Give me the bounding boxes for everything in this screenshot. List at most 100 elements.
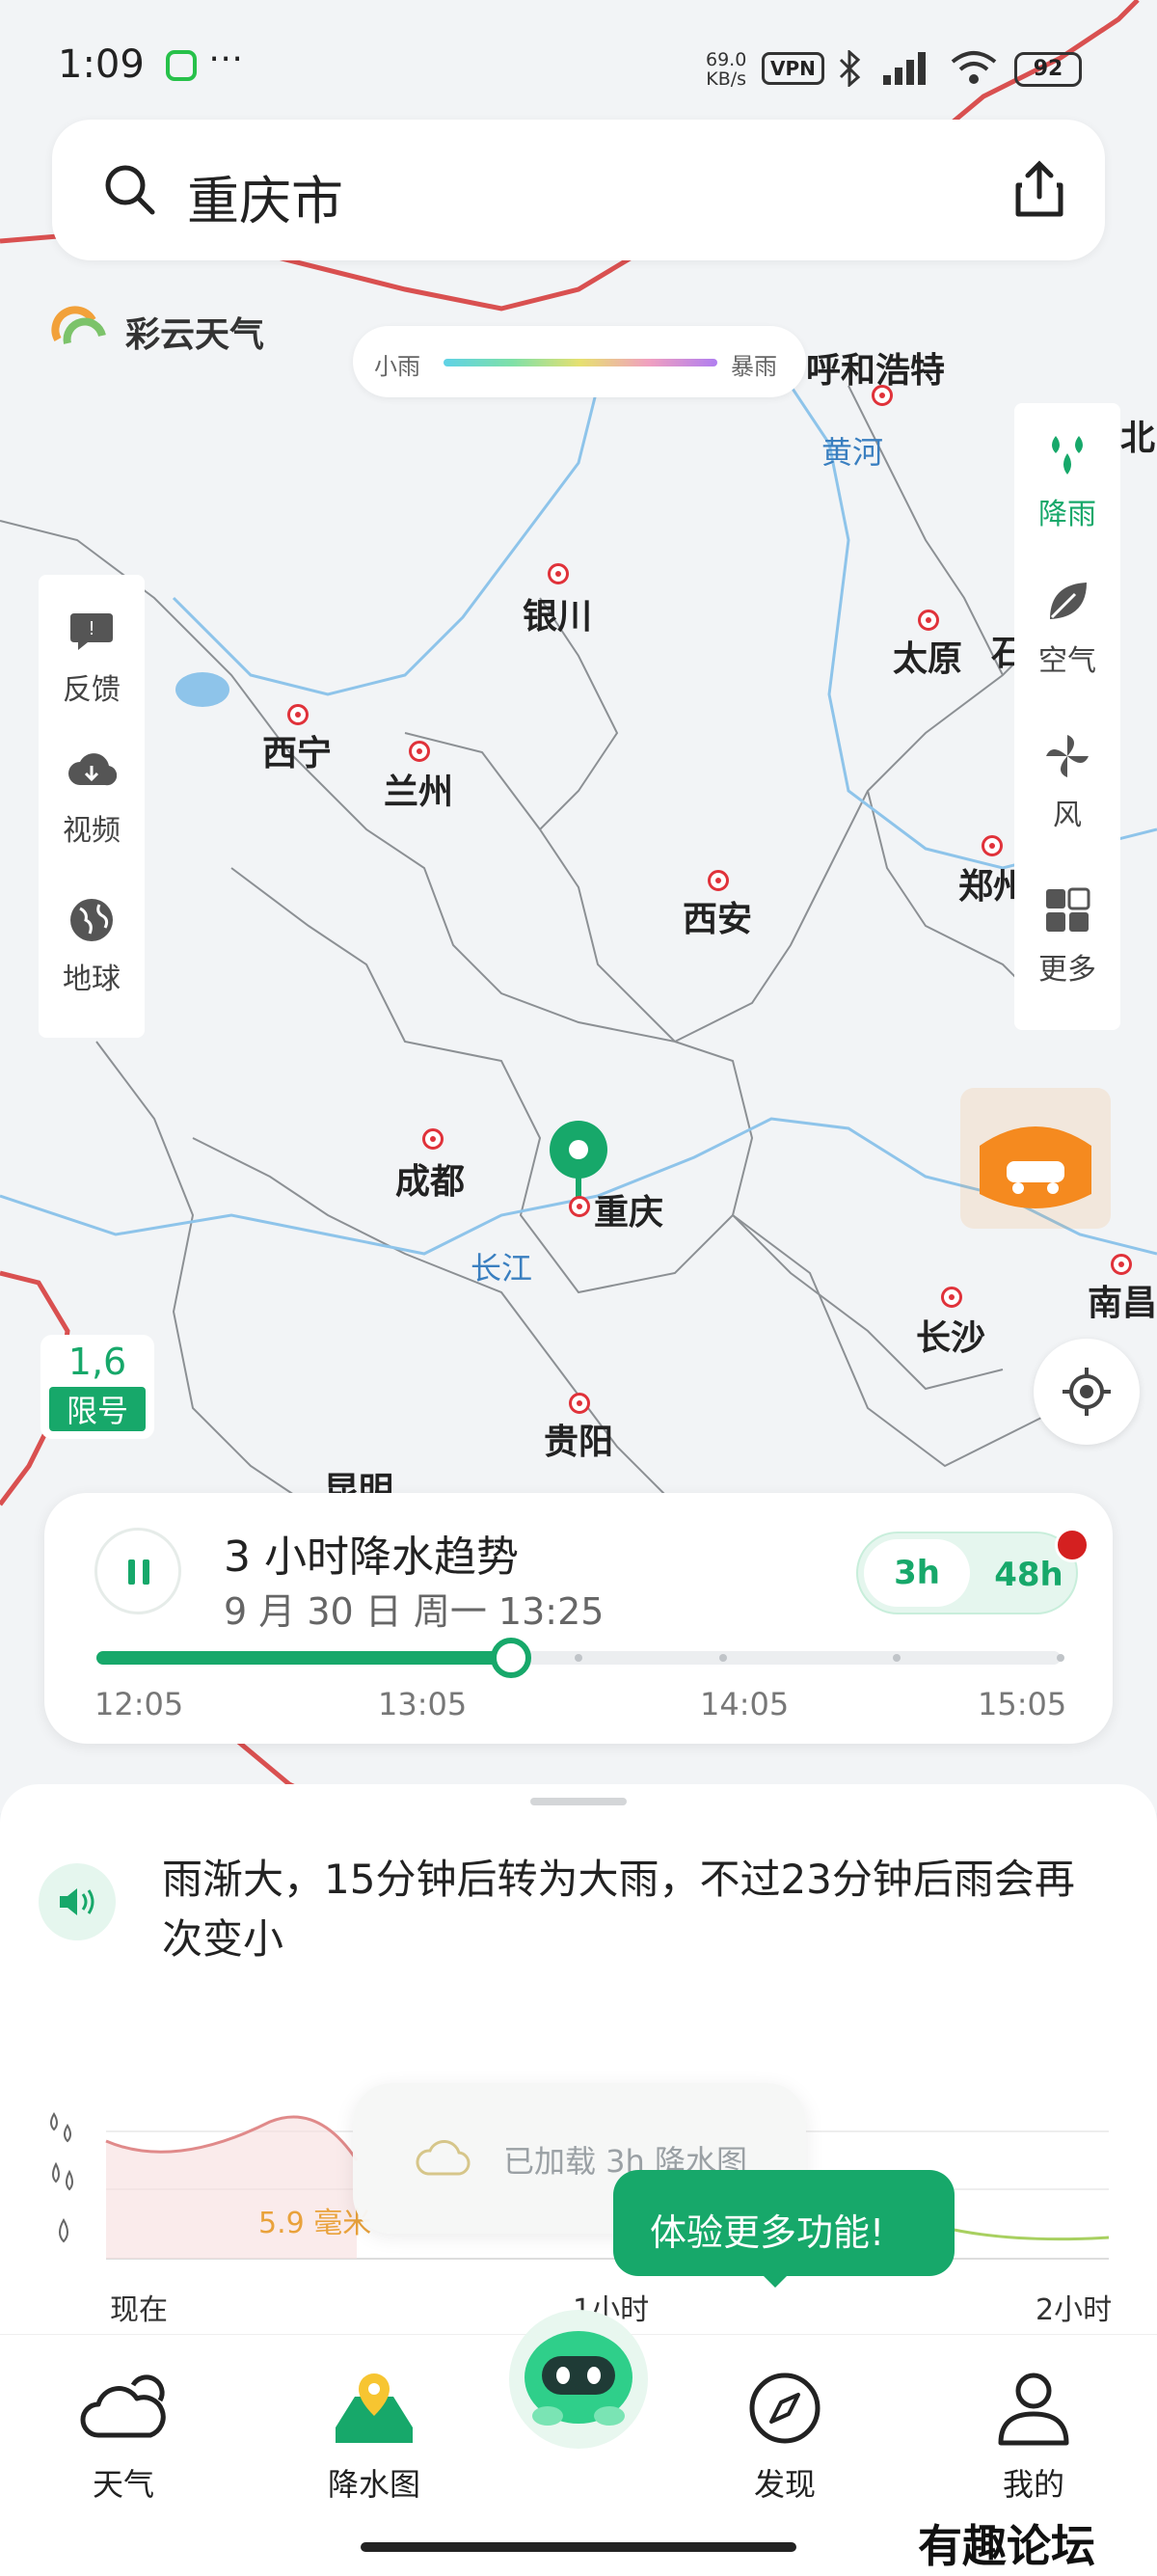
caiyun-logo-icon <box>51 306 106 344</box>
forecast-description: 雨渐大，15分钟后转为大雨，不过23分钟后雨会再次变小 <box>162 1856 1075 1963</box>
time-slider[interactable] <box>96 1638 1064 1678</box>
play-pause-button[interactable] <box>94 1528 181 1614</box>
tab-radar[interactable]: 降水图 <box>297 2370 451 2505</box>
cellular-signal-icon <box>883 52 926 85</box>
share-button[interactable] <box>1012 158 1066 220</box>
user-icon <box>998 2373 1069 2446</box>
city-dot <box>569 1393 590 1414</box>
river-huanghe: 黄河 <box>821 434 884 471</box>
city-yinchuan[interactable]: 银川 <box>523 588 592 638</box>
layer-rain-label: 降雨 <box>1038 498 1096 531</box>
globe-label: 地球 <box>63 963 121 996</box>
sheet-drag-handle[interactable] <box>530 1798 627 1805</box>
right-layer-panel: 降雨 空气 风 更多 <box>1014 403 1120 1030</box>
traffic-limit-badge[interactable]: 1,6 限号 <box>40 1335 154 1439</box>
layer-wind-button[interactable]: 风 <box>1014 731 1120 833</box>
precipitation-legend: 小雨 暴雨 <box>353 326 806 397</box>
wifi-icon <box>951 51 997 84</box>
search-icon <box>105 165 155 215</box>
time-label: 13:05 <box>378 1686 468 1722</box>
city-changsha[interactable]: 长沙 <box>916 1310 985 1360</box>
limit-label: 限号 <box>49 1387 146 1431</box>
x-label: 2小时 <box>1036 2293 1113 2327</box>
tab-weather[interactable]: 天气 <box>46 2370 201 2505</box>
city-chengdu[interactable]: 成都 <box>395 1153 465 1204</box>
feedback-icon: ! <box>70 613 113 650</box>
feedback-label: 反馈 <box>63 673 121 707</box>
watermark: 有趣论坛 <box>918 2520 1095 2572</box>
city-dot <box>569 1196 590 1217</box>
hint-text: 体验更多功能! <box>650 2211 885 2254</box>
layer-air-label: 空气 <box>1038 644 1096 678</box>
layer-air-button[interactable]: 空气 <box>1014 577 1120 679</box>
driving-weather-promo[interactable] <box>960 1088 1111 1229</box>
compass-icon <box>749 2373 821 2444</box>
network-speed: 69.0 KB/s <box>706 49 747 90</box>
speaker-icon <box>60 1888 94 1915</box>
layer-more-button[interactable]: 更多 <box>1014 885 1120 988</box>
precipitation-trend-card: 3 小时降水趋势 9 月 30 日 周一 13:25 3h 48h 12:05 … <box>44 1493 1113 1744</box>
intensity-icon <box>50 2112 73 2243</box>
city-dot <box>287 704 309 725</box>
trend-title: 3 小时降水趋势 <box>224 1532 519 1582</box>
range-toggle: 3h 48h <box>856 1528 1090 1614</box>
slider-handle[interactable] <box>491 1638 531 1678</box>
city-dot <box>1111 1254 1132 1275</box>
tab-discover[interactable]: 发现 <box>708 2370 862 2505</box>
search-bar[interactable]: 重庆市 <box>52 120 1105 260</box>
more-dots-icon: ⋯ <box>208 39 243 78</box>
city-dot <box>941 1287 962 1308</box>
tab-discover-label: 发现 <box>753 2466 816 2503</box>
city-nanchang[interactable]: 南昌 <box>1088 1275 1157 1325</box>
city-dot <box>422 1128 444 1150</box>
bluetooth-icon <box>839 50 861 87</box>
slider-progress <box>96 1651 511 1665</box>
slider-tick <box>575 1654 582 1662</box>
city-dot <box>708 870 729 891</box>
home-indicator[interactable] <box>361 2542 796 2552</box>
city-lanzhou[interactable]: 兰州 <box>384 764 453 814</box>
cloud-loading-icon <box>416 2140 471 2176</box>
city-dot <box>918 610 939 631</box>
feedback-button[interactable]: ! 反馈 <box>39 606 145 708</box>
forecast-sheet[interactable]: 雨渐大，15分钟后转为大雨，不过23分钟后雨会再次变小 5.9 毫米 现在 1小… <box>0 1784 1157 2363</box>
tab-weather-label: 天气 <box>92 2466 154 2503</box>
battery-indicator: 92 <box>1014 52 1082 87</box>
tab-radar-label: 降水图 <box>327 2466 420 2503</box>
layer-wind-label: 风 <box>1053 799 1082 832</box>
city-beijing[interactable]: 北 <box>1120 410 1155 460</box>
city-xian[interactable]: 西安 <box>683 891 752 941</box>
slider-tick <box>893 1654 901 1662</box>
globe-icon <box>70 899 113 941</box>
clock: 1:09 <box>58 42 145 87</box>
tab-mine-label: 我的 <box>1002 2466 1064 2503</box>
range-3h-button[interactable]: 3h <box>864 1539 970 1607</box>
speak-button[interactable] <box>39 1863 116 1940</box>
globe-button[interactable]: 地球 <box>39 895 145 997</box>
city-guiyang[interactable]: 贵阳 <box>544 1414 613 1464</box>
map-pin-icon <box>336 2373 413 2443</box>
brand-name: 彩云天气 <box>125 315 265 355</box>
status-bar: 1:09 ⋯ 69.0 KB/s VPN 92 <box>0 0 1157 135</box>
assistant-button[interactable] <box>501 2302 656 2456</box>
city-dot <box>982 835 1003 856</box>
city-xining[interactable]: 西宁 <box>262 725 332 775</box>
video-button[interactable]: 视频 <box>39 746 145 849</box>
city-dot <box>409 741 430 762</box>
legend-max-label: 暴雨 <box>731 353 777 380</box>
raindrops-icon <box>1052 436 1083 475</box>
city-chongqing[interactable]: 重庆 <box>594 1184 663 1234</box>
pause-icon <box>128 1559 149 1585</box>
layer-rain-button[interactable]: 降雨 <box>1014 430 1120 532</box>
city-taiyuan[interactable]: 太原 <box>893 631 962 681</box>
tab-mine[interactable]: 我的 <box>956 2370 1111 2505</box>
cloud-sun-icon <box>80 2374 166 2438</box>
left-tool-panel: ! 反馈 视频 地球 <box>39 575 145 1038</box>
feature-hint-bubble[interactable]: 体验更多功能! <box>613 2170 955 2288</box>
locate-button[interactable] <box>1034 1339 1140 1445</box>
crosshair-icon <box>1063 1368 1111 1416</box>
video-download-icon <box>68 753 117 786</box>
time-label: 15:05 <box>978 1686 1067 1722</box>
river-changjiang: 长江 <box>471 1250 533 1287</box>
city-hohhot[interactable]: 呼和浩特 <box>806 342 945 393</box>
